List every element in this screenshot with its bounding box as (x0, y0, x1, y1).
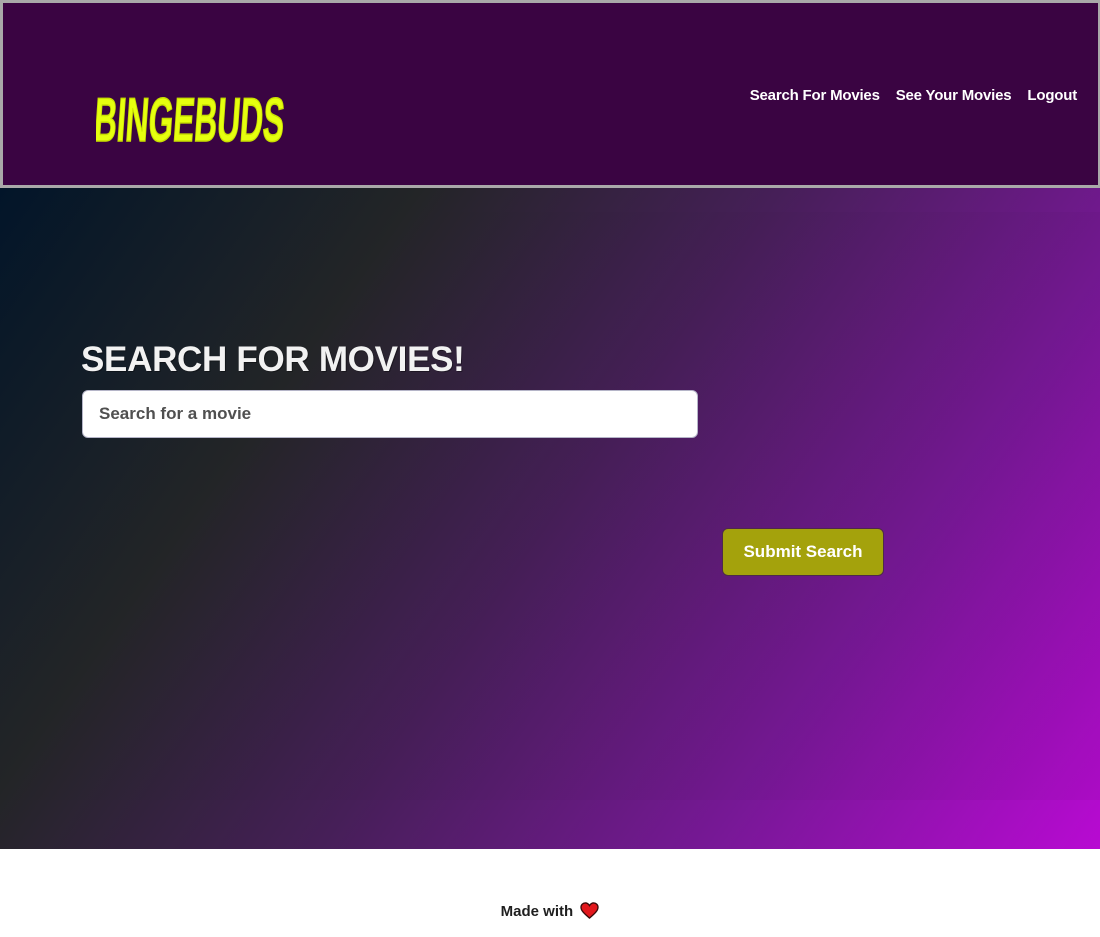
search-panel: SEARCH FOR MOVIES! Submit Search (0, 212, 1100, 800)
site-footer: Made with (0, 849, 1100, 937)
svg-text:BINGEBUDS: BINGEBUDS (96, 86, 287, 155)
main-nav: Search For Movies See Your Movies Logout (750, 87, 1077, 104)
bingebuds-logo[interactable]: BINGEBUDS (96, 67, 296, 159)
logo-wordmark: BINGEBUDS (96, 85, 287, 155)
footer-made-with-label: Made with (500, 903, 574, 920)
footer-credit: Made with (0, 902, 1100, 923)
movie-search-input[interactable] (82, 390, 698, 438)
submit-search-button[interactable]: Submit Search (722, 528, 884, 576)
search-section: SEARCH FOR MOVIES! Submit Search (0, 188, 1100, 849)
heart-icon (580, 902, 600, 923)
page-title: SEARCH FOR MOVIES! (81, 340, 465, 379)
nav-search-for-movies[interactable]: Search For Movies (750, 87, 880, 104)
nav-see-your-movies[interactable]: See Your Movies (896, 87, 1012, 104)
site-header: BINGEBUDS Search For Movies See Your Mov… (0, 0, 1100, 188)
nav-logout[interactable]: Logout (1027, 87, 1077, 104)
